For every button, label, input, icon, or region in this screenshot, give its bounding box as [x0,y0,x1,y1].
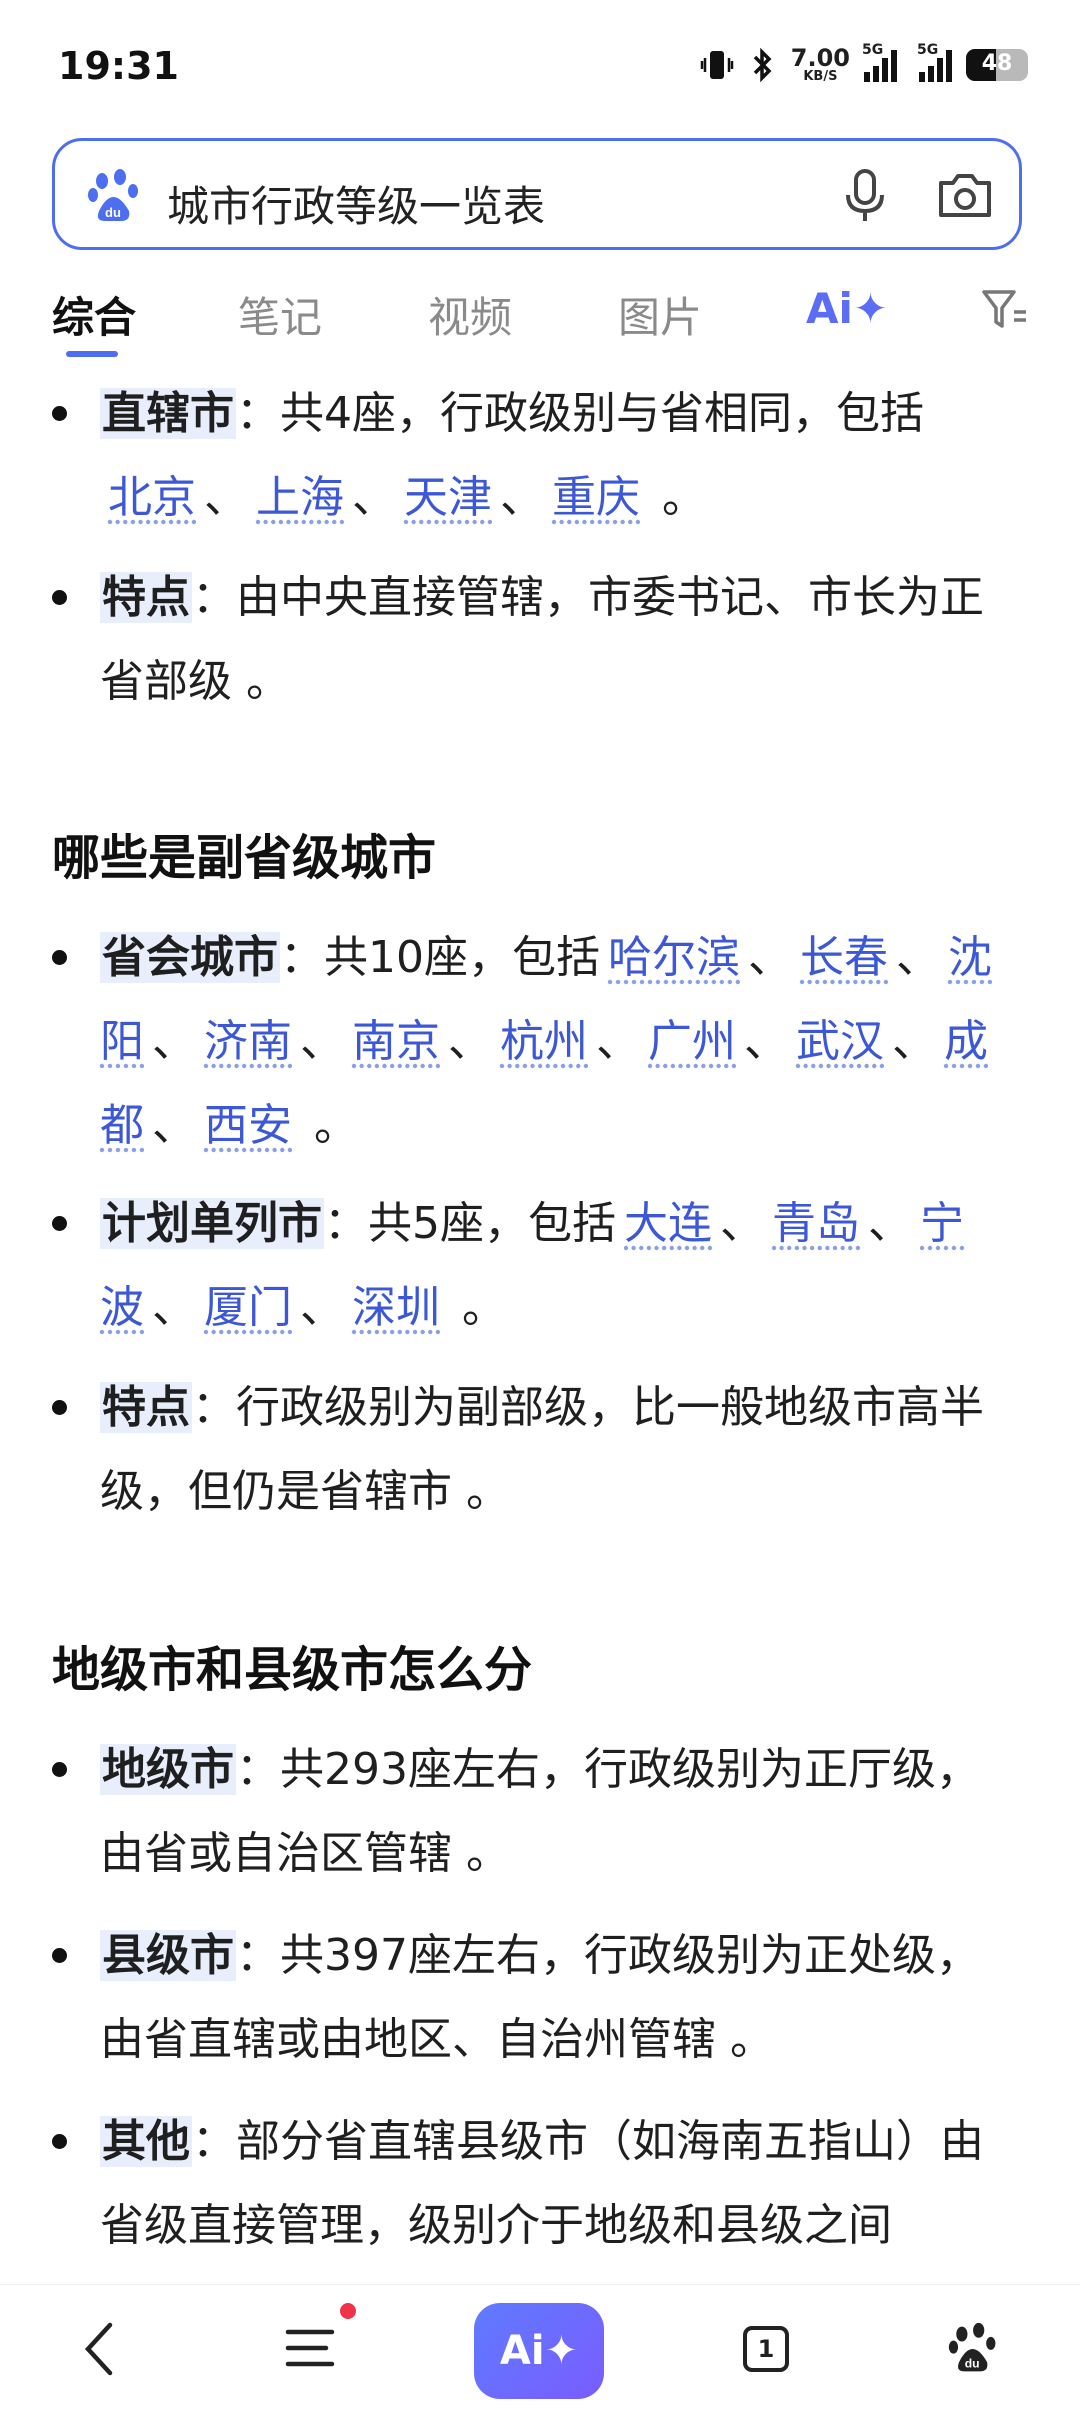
city-link-chongqing[interactable]: 重庆 [544,472,648,523]
signal-sim2-icon: 5G [917,42,952,82]
filter-icon[interactable] [980,286,1030,334]
net-speed-unit: KB/S [803,69,838,84]
status-bar: 19:31 7.00 KB/S 5G 5G 48 [0,0,1080,130]
back-button[interactable] [60,2285,140,2413]
baidu-home-button[interactable]: du [934,2285,1014,2413]
search-bar[interactable]: du 城市行政等级一览表 [52,138,1022,250]
keyword: 特点 [100,572,192,623]
bullet-provincial-capitals: 省会城市：共10座，包括 哈尔滨、长春、沈阳、济南、南京、杭州、广州、武汉、成都、… [52,916,1012,1168]
notification-dot [340,2303,356,2319]
net-speed-value: 7.00 [790,44,850,72]
ai-assistant-button[interactable]: Ai✦ [474,2303,604,2399]
section-title-sub-provincial: 哪些是副省级城市 [52,830,437,886]
bullet-prefecture-city: 地级市：共293座左右，行政级别为正厅级，由省或自治区管辖 。 [52,1728,1012,1896]
menu-button[interactable] [270,2285,350,2413]
bullet-feature-2: 特点：行政级别为副部级，比一般地级市高半级，但仍是省辖市 。 [52,1366,1012,1534]
status-time: 19:31 [58,44,179,88]
battery-icon: 48 [966,48,1028,81]
section-title-prefecture-county: 地级市和县级市怎么分 [52,1642,533,1698]
city-link[interactable]: 济南 [196,1016,300,1067]
city-link[interactable]: 广州 [640,1016,744,1067]
keyword: 计划单列市 [100,1198,324,1249]
microphone-icon[interactable] [840,165,890,225]
keyword: 直辖市 [100,388,236,439]
bluetooth-icon [753,47,772,82]
city-link-shanghai[interactable]: 上海 [248,472,352,523]
tab-ai[interactable]: Ai✦ [806,284,888,333]
keyword: 特点 [100,1382,192,1433]
city-link[interactable]: 大连 [616,1198,720,1249]
tab-images[interactable]: 图片 [618,284,702,345]
signal-sim1-icon: 5G [862,42,897,82]
bullet-municipality: 直辖市：共4座，行政级别与省相同，包括 北京、上海、天津、重庆 。 [52,372,1012,540]
city-link-beijing[interactable]: 北京 [100,472,204,523]
tab-count: 1 [743,2326,789,2372]
keyword: 县级市 [100,1930,236,1981]
city-link[interactable]: 杭州 [492,1016,596,1067]
city-link[interactable]: 西安 [196,1100,300,1151]
city-link[interactable]: 青岛 [764,1198,868,1249]
city-link[interactable]: 哈尔滨 [600,932,748,983]
sim1-label: 5G [862,41,884,58]
battery-level: 48 [981,50,1013,76]
bullet-separately-planned-cities: 计划单列市：共5座，包括 大连、青岛、宁波、厦门、深圳 。 [52,1182,1012,1350]
answer-content: 直辖市：共4座，行政级别与省相同，包括 北京、上海、天津、重庆 。 特点：由中央直… [0,362,1080,2284]
svg-text:du: du [105,205,121,220]
status-icons: 7.00 KB/S 5G 5G 48 [699,42,1028,83]
city-link[interactable]: 长春 [792,932,896,983]
city-link-tianjin[interactable]: 天津 [396,472,500,523]
baidu-paw-icon: du [88,169,138,221]
camera-icon[interactable] [935,167,995,223]
vibrate-icon [700,50,734,79]
bottom-nav: Ai✦ 1 du [0,2284,1080,2413]
city-link[interactable]: 深圳 [344,1282,448,1333]
menu-icon [285,2329,335,2367]
bullet-feature-1: 特点：由中央直接管辖，市委书记、市长为正省部级 。 [52,556,1012,724]
net-speed: 7.00 KB/S [791,46,850,83]
svg-text:du: du [965,2357,980,2371]
keyword: 省会城市 [100,932,280,983]
keyword: 地级市 [100,1744,236,1795]
bullet-county-city: 县级市：共397座左右，行政级别为正处级，由省直辖或由地区、自治州管辖 。 [52,1914,1012,2082]
bullet-other: 其他：部分省直辖县级市（如海南五指山）由省级直接管理，级别介于地级和县级之间 [52,2100,1012,2268]
tabs-button[interactable]: 1 [726,2285,806,2413]
keyword: 其他 [100,2116,192,2167]
active-tab-indicator [66,351,118,357]
sim2-label: 5G [917,41,939,58]
search-query[interactable]: 城市行政等级一览表 [167,173,545,234]
city-link[interactable]: 武汉 [788,1016,892,1067]
baidu-paw-icon: du [948,2322,996,2372]
tab-comprehensive[interactable]: 综合 [52,284,136,345]
city-link[interactable]: 厦门 [196,1282,300,1333]
tab-notes[interactable]: 笔记 [238,284,322,345]
result-tabs: 综合 笔记 视频 图片 Ai✦ [0,270,1080,360]
tab-video[interactable]: 视频 [428,284,512,345]
city-link[interactable]: 南京 [344,1016,448,1067]
back-arrow-icon [84,2322,113,2376]
